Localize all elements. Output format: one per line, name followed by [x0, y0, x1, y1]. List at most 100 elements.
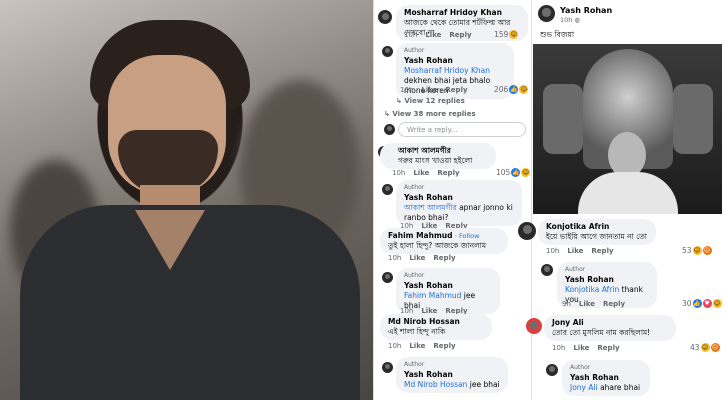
mention-link[interactable]: Konjotika Afrin — [565, 285, 619, 294]
like-button[interactable]: Like — [425, 31, 441, 39]
idol-side-figure — [673, 84, 713, 154]
avatar[interactable] — [541, 264, 553, 276]
commenter-name[interactable]: Mosharraf Hridoy Khan — [404, 8, 520, 18]
avatar[interactable] — [378, 10, 392, 24]
post-caption: শুভ বিজয়া — [540, 30, 575, 39]
comments-column-middle: Mosharraf Hridoy Khan আজকে থেকে তোমার শর… — [373, 0, 531, 400]
like-button[interactable]: Like — [421, 86, 437, 94]
view-replies-link[interactable]: ↳ View 12 replies — [396, 97, 465, 105]
avatar — [384, 124, 395, 135]
like-button[interactable]: Like — [409, 342, 425, 350]
reply-button[interactable]: Reply — [437, 169, 459, 177]
haha-icon: ☺ — [509, 30, 519, 39]
man-shirt — [578, 172, 678, 214]
haha-icon: ☺ — [712, 299, 722, 308]
commenter-name[interactable]: Jony Ali — [552, 318, 668, 328]
author-badge: Author — [404, 272, 425, 279]
avatar[interactable] — [382, 46, 393, 57]
mention-link[interactable]: আকাশ আলমগীর — [404, 203, 457, 212]
comment-text: ইয়ে ভাইয়ি আগে জানতাম না তো — [546, 232, 647, 241]
globe-icon: ◍ — [574, 16, 581, 24]
idol-side-figure — [543, 84, 583, 154]
like-icon: 👍 — [509, 85, 519, 94]
author-badge: Author — [565, 266, 586, 273]
commenter-name[interactable]: Konjotika Afrin — [546, 222, 648, 232]
reply-button[interactable]: Reply — [433, 342, 455, 350]
reaction-count[interactable]: 105 👍 ☺ — [496, 168, 531, 177]
reaction-count[interactable]: 30 👍 ♥ ☺ — [682, 299, 722, 308]
comment-bubble: Author Yash Rohan Jony Ali ahare bhai — [562, 360, 650, 396]
commenter-name[interactable]: Yash Rohan — [404, 193, 514, 203]
comment-text: তোর তো মুসলিম নাম করছিলাম! — [552, 328, 651, 337]
like-button[interactable]: Like — [413, 169, 429, 177]
reply-button[interactable]: Reply — [445, 86, 467, 94]
comment-text: ahare bhai — [597, 383, 641, 392]
mention-link[interactable]: Fahim Mahmud — [404, 291, 461, 300]
commenter-name[interactable]: Yash Rohan — [404, 370, 500, 380]
commenter-name[interactable]: Fahim Mahmud — [388, 231, 452, 240]
avatar[interactable] — [382, 272, 393, 283]
like-icon: 👍 — [692, 299, 702, 308]
reply-input[interactable]: Write a reply... — [398, 122, 526, 137]
reaction-count[interactable]: 43 ☺ ☹ — [690, 343, 720, 352]
avatar[interactable] — [518, 222, 536, 240]
comment-meta: 10h Like Reply — [388, 342, 456, 350]
actor-photo — [0, 0, 373, 400]
commenter-name[interactable]: Yash Rohan — [404, 281, 492, 291]
comment-meta: 10h Like Reply — [404, 31, 472, 39]
comment-text: এই শালা হিন্দু নাকি — [388, 327, 446, 336]
mention-link[interactable]: Md Nirob Hossan — [404, 380, 467, 389]
like-icon: 👍 — [511, 168, 521, 177]
commenter-name[interactable]: আকাশ আলমগীর — [388, 146, 488, 156]
poster-name[interactable]: Yash Rohan — [560, 6, 612, 15]
like-button[interactable]: Like — [567, 247, 583, 255]
haha-icon: ☺ — [692, 246, 702, 255]
avatar[interactable] — [526, 318, 542, 334]
like-button[interactable]: Like — [573, 344, 589, 352]
comment-bubble: Md Nirob Hossan এই শালা হিন্দু নাকি — [380, 314, 492, 340]
author-badge: Author — [404, 361, 425, 368]
comment-text: তুই হালা হিন্দু? আজকে জানলাম — [388, 241, 487, 250]
love-icon: ♥ — [702, 299, 712, 308]
reply-button[interactable]: Reply — [591, 247, 613, 255]
commenter-name[interactable]: Yash Rohan — [565, 275, 649, 285]
author-badge: Author — [570, 364, 591, 371]
reaction-count[interactable]: 159 ☺ — [494, 30, 519, 39]
comment-bubble: Jony Ali তোর তো মুসলিম নাম করছিলাম! — [544, 315, 676, 341]
avatar[interactable] — [382, 184, 393, 195]
poster-avatar[interactable] — [538, 5, 555, 22]
comment-meta: 10h Like Reply — [400, 86, 468, 94]
post-image[interactable] — [533, 44, 722, 214]
author-badge: Author — [404, 184, 425, 191]
commenter-name[interactable]: Md Nirob Hossan — [388, 317, 484, 327]
comment-bubble: Author Yash Rohan Md Nirob Hossan jee bh… — [396, 357, 508, 393]
reply-button[interactable]: Reply — [597, 344, 619, 352]
author-badge: Author — [404, 47, 425, 54]
view-more-replies-link[interactable]: ↳ View 38 more replies — [384, 110, 476, 118]
comment-bubble: আকাশ আলমগীর গরুর মাংস খাওয়া হইলো — [380, 143, 496, 169]
comment-meta: 10h Like Reply — [388, 254, 456, 262]
haha-icon: ☺ — [700, 343, 710, 352]
mention-link[interactable]: Jony Ali — [570, 383, 598, 392]
comment-text: jee bhai — [467, 380, 500, 389]
comment-bubble: Konjotika Afrin ইয়ে ভাইয়ি আগে জানতাম ন… — [538, 219, 656, 245]
reaction-count[interactable]: 206 👍 ☺ — [494, 85, 529, 94]
reply-button[interactable]: Reply — [433, 254, 455, 262]
avatar[interactable] — [546, 364, 558, 376]
avatar[interactable] — [382, 362, 393, 373]
like-button[interactable]: Like — [579, 300, 595, 308]
post-time[interactable]: 10h ◍ — [560, 16, 580, 24]
commenter-name[interactable]: Yash Rohan — [570, 373, 642, 383]
like-button[interactable]: Like — [409, 254, 425, 262]
commenter-name[interactable]: Yash Rohan — [404, 56, 506, 66]
angry-icon: ☹ — [710, 343, 720, 352]
reaction-count[interactable]: 53 ☺ ☹ — [682, 246, 712, 255]
follow-button[interactable]: · Follow — [455, 232, 480, 240]
reply-button[interactable]: Reply — [449, 31, 471, 39]
comment-bubble: Fahim Mahmud · Follow তুই হালা হিন্দু? আ… — [380, 228, 508, 254]
comment-text: গরুর মাংস খাওয়া হইলো — [398, 156, 473, 165]
reply-button[interactable]: Reply — [603, 300, 625, 308]
haha-icon: ☺ — [519, 85, 529, 94]
comment-bubble: Author Yash Rohan আকাশ আলমগীর apnar jonn… — [396, 180, 522, 226]
mention-link[interactable]: Mosharraf Hridoy Khan — [404, 66, 490, 75]
